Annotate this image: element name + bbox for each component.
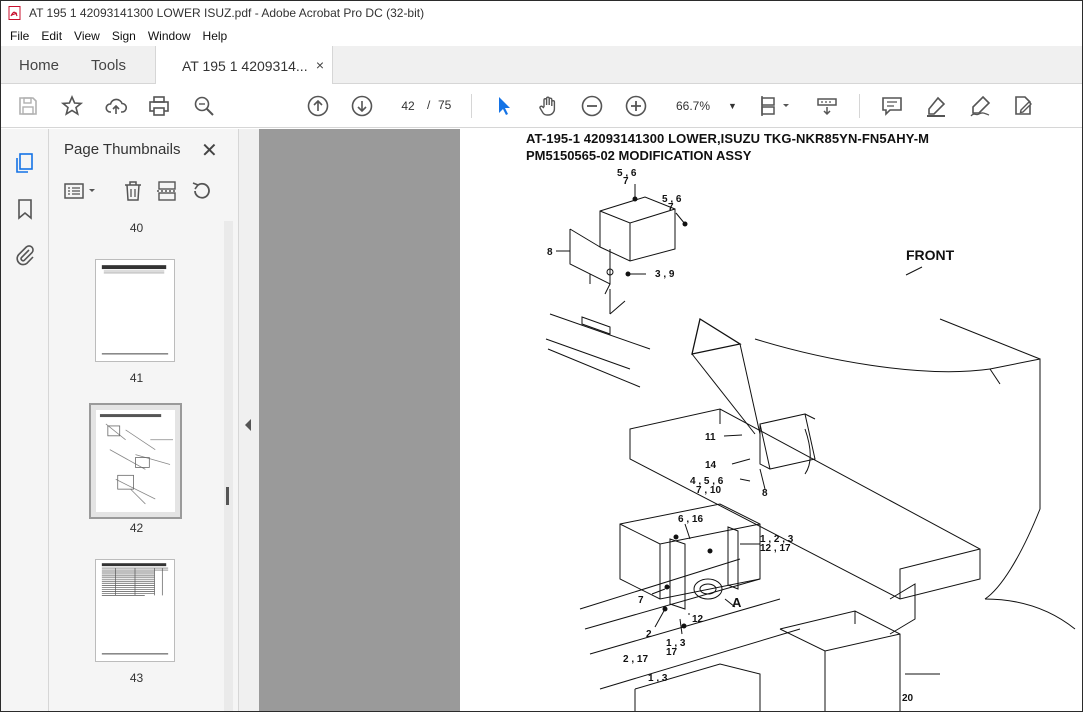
- page-number-input[interactable]: 42: [394, 94, 422, 118]
- comment-icon[interactable]: [880, 94, 904, 118]
- panel-title: Page Thumbnails: [64, 141, 181, 158]
- thumbnail-page-42-selected[interactable]: [89, 403, 182, 519]
- bookmarks-icon[interactable]: [13, 197, 37, 221]
- callout-17-mid: 17: [666, 647, 678, 658]
- zoom-out-icon[interactable]: [580, 94, 604, 118]
- thumbnail-preview: [101, 563, 169, 655]
- zoom-in-icon[interactable]: [624, 94, 648, 118]
- callout-12: 12: [692, 614, 704, 625]
- collapse-arrow-icon: [245, 419, 251, 431]
- scroll-mode-icon[interactable]: [815, 94, 839, 118]
- tab-bar: Home Tools AT 195 1 4209314... ×: [1, 46, 1082, 85]
- pdf-page: AT-195-1 42093141300 LOWER,ISUZU TKG-NKR…: [460, 129, 1082, 711]
- navigation-rail: [1, 129, 49, 711]
- upload-cloud-icon[interactable]: [104, 94, 128, 118]
- page-thumbnails-icon[interactable]: [13, 151, 37, 175]
- callout-7-10: 7 , 10: [696, 485, 721, 496]
- callout-20: 20: [902, 693, 914, 704]
- delete-trash-icon[interactable]: [121, 179, 145, 203]
- thumbnail-preview: [101, 265, 169, 355]
- extract-pages-icon[interactable]: [155, 179, 179, 203]
- thumbnail-label-43: 43: [129, 671, 144, 685]
- acrobat-app-icon: [8, 6, 21, 20]
- document-viewport[interactable]: AT-195-1 42093141300 LOWER,ISUZU TKG-NKR…: [259, 129, 1082, 711]
- tab-home[interactable]: Home: [19, 46, 59, 84]
- tab-document-label: AT 195 1 4209314...: [182, 57, 308, 74]
- callout-3-9: 3 , 9: [655, 269, 675, 280]
- fill-sign-icon[interactable]: [1011, 94, 1035, 118]
- callout-6-16: 6 , 16: [678, 514, 703, 525]
- menu-file[interactable]: File: [4, 29, 35, 43]
- toolbar-divider: [471, 94, 472, 118]
- thumbnail-list: 40 41 42 43: [49, 217, 224, 711]
- previous-page-icon[interactable]: [306, 94, 330, 118]
- thumbnail-label-40: 40: [129, 221, 144, 235]
- callout-8-block: 8: [762, 488, 768, 499]
- callout-7-right: 7: [668, 202, 674, 213]
- attachments-paperclip-icon[interactable]: [13, 243, 37, 267]
- panel-toolbar: [61, 179, 231, 207]
- panel-collapse-handle[interactable]: [239, 129, 259, 711]
- callout-7-bottom: 7: [638, 595, 644, 606]
- callout-11: 11: [705, 432, 716, 443]
- thumbnail-scrollbar[interactable]: [224, 221, 233, 711]
- menu-edit[interactable]: Edit: [35, 29, 68, 43]
- print-icon[interactable]: [147, 94, 171, 118]
- panel-close-icon[interactable]: ✕: [201, 138, 218, 163]
- save-icon[interactable]: [16, 94, 40, 118]
- callout-2-17: 2 , 17: [623, 654, 648, 665]
- thumbnail-page-43[interactable]: [95, 559, 175, 662]
- tab-close-icon[interactable]: ×: [316, 57, 324, 73]
- page-separator: /: [427, 98, 431, 112]
- page-thumbnails-panel: Page Thumbnails ✕ 40 41 42 43: [49, 129, 239, 711]
- menu-sign[interactable]: Sign: [106, 29, 142, 43]
- page-layout-icon[interactable]: [758, 94, 794, 118]
- thumbnail-page-41[interactable]: [95, 259, 175, 362]
- menu-help[interactable]: Help: [197, 29, 234, 43]
- window-title: AT 195 1 42093141300 LOWER ISUZ.pdf - Ad…: [29, 6, 425, 20]
- title-bar: AT 195 1 42093141300 LOWER ISUZ.pdf - Ad…: [1, 1, 1082, 25]
- zoom-search-icon[interactable]: [192, 94, 216, 118]
- front-label: FRONT: [906, 247, 955, 263]
- thumbnail-label-41: 41: [129, 371, 144, 385]
- bookmark-star-icon[interactable]: [60, 94, 84, 118]
- rotate-icon[interactable]: [189, 179, 213, 203]
- zoom-level-select[interactable]: 66.7% ▼: [667, 94, 739, 118]
- front-arrow-icon: [905, 266, 923, 276]
- scrollbar-thumb[interactable]: [226, 487, 229, 505]
- page-total: 75: [438, 98, 452, 112]
- thumbnail-preview: [96, 410, 175, 512]
- zoom-level-value: 66.7%: [676, 99, 711, 113]
- select-cursor-icon[interactable]: [492, 94, 516, 118]
- parts-diagram: 5 , 6 7 5 , 6 7 8 3 , 9 FRONT 11 14 4 , …: [545, 168, 1076, 711]
- callout-12-17: 12 , 17: [760, 543, 791, 554]
- tab-document[interactable]: AT 195 1 4209314... ×: [155, 46, 333, 85]
- tab-tools[interactable]: Tools: [91, 46, 126, 84]
- highlight-pen-icon[interactable]: [924, 94, 948, 118]
- main-toolbar: 42 / 75 66.7% ▼: [1, 84, 1082, 128]
- toolbar-divider: [859, 94, 860, 118]
- callout-14: 14: [705, 460, 717, 471]
- menu-view[interactable]: View: [68, 29, 106, 43]
- sign-pen-icon[interactable]: [968, 94, 992, 118]
- callout-8-bracket: 8: [547, 247, 553, 258]
- acrobat-window: AT 195 1 42093141300 LOWER ISUZ.pdf - Ad…: [0, 0, 1083, 712]
- hand-tool-icon[interactable]: [536, 94, 560, 118]
- detail-a-label: A: [732, 595, 742, 610]
- callout-2: 2: [646, 629, 652, 640]
- menu-bar: File Edit View Sign Window Help: [1, 25, 1082, 46]
- thumbnail-options-icon[interactable]: [63, 179, 99, 203]
- callout-1-3-bottom: 1 , 3: [648, 673, 668, 684]
- next-page-icon[interactable]: [350, 94, 374, 118]
- chevron-down-icon: ▼: [728, 101, 737, 111]
- thumbnail-label-42: 42: [129, 521, 144, 535]
- callout-7-top: 7: [623, 176, 629, 187]
- menu-window[interactable]: Window: [142, 29, 197, 43]
